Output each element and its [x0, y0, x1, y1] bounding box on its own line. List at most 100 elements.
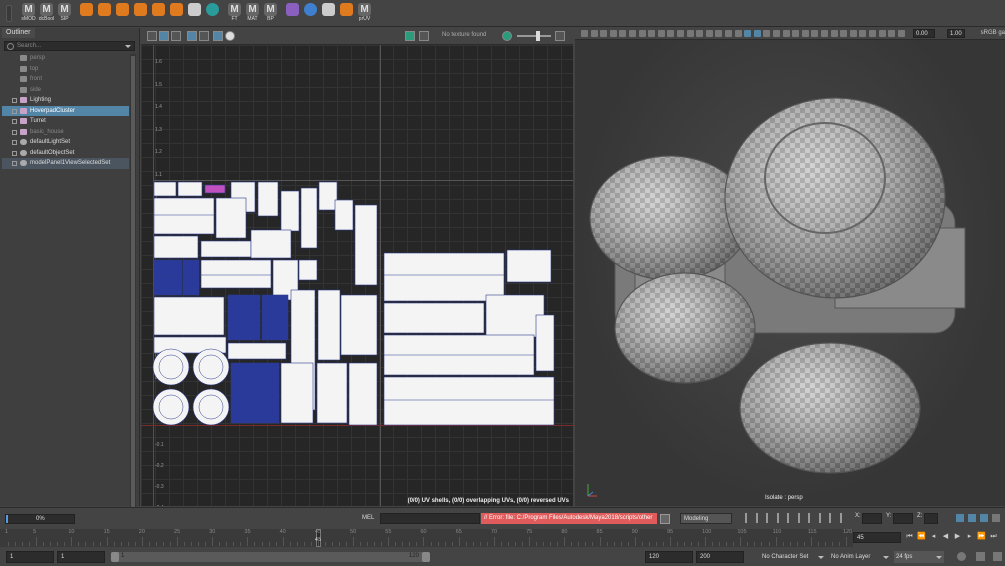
preferences-icon[interactable] — [993, 552, 1002, 561]
auto-key-icon[interactable] — [957, 552, 966, 561]
range-end-handle[interactable] — [422, 552, 430, 562]
range-slider[interactable]: 1 120 — [111, 552, 430, 562]
shelf-button-tea[interactable] — [320, 3, 337, 24]
loop-icon[interactable] — [976, 552, 985, 561]
playback-start-field[interactable]: 1 — [57, 551, 105, 563]
shelf-button-poly-cylinder[interactable] — [114, 3, 131, 24]
character-set-dropdown[interactable]: No Character Set — [760, 551, 826, 563]
mel-label[interactable]: MEL — [362, 515, 374, 521]
shelf-grip[interactable] — [6, 5, 12, 22]
script-editor-icon[interactable] — [660, 514, 670, 524]
expand-icon[interactable] — [12, 119, 17, 124]
shelf-button-poly-torus[interactable] — [150, 3, 167, 24]
outliner-item-top[interactable]: top — [2, 64, 129, 75]
texture-toggle-icon[interactable] — [405, 31, 415, 41]
uv-toolbar-display-icon[interactable] — [213, 31, 223, 41]
outliner-item-modelpanel1viewselectedset[interactable]: modelPanel1ViewSelectedSet — [2, 158, 129, 169]
outliner-item-turret[interactable]: Turret — [2, 116, 129, 127]
uv-toolbar-image-icon[interactable] — [187, 31, 197, 41]
expand-icon[interactable] — [12, 161, 17, 166]
shelf-button-cube[interactable] — [78, 3, 95, 24]
x-field[interactable] — [862, 513, 882, 524]
uv-toolbar-shade-icon[interactable] — [171, 31, 181, 41]
go-to-end-icon[interactable]: ⏭ — [989, 532, 998, 542]
shelf-button-poly-cone[interactable] — [132, 3, 149, 24]
shelf-button-sip[interactable]: M SIP — [56, 3, 73, 24]
expand-icon[interactable] — [12, 108, 17, 114]
expand-icon[interactable] — [12, 140, 17, 145]
status-line-tool-icon[interactable] — [808, 513, 810, 523]
time-slider[interactable]: 45 1510152025303540455055606570758085909… — [0, 529, 853, 547]
outliner-item-defaultobjectset[interactable]: defaultObjectSet — [2, 148, 129, 159]
shelf-button-bp[interactable]: M BP — [262, 3, 279, 24]
uv-toolbar-dot-icon[interactable] — [225, 31, 235, 41]
expand-icon[interactable] — [12, 150, 17, 156]
settings-icon[interactable] — [992, 514, 1000, 522]
layout-icon-2[interactable] — [968, 514, 976, 522]
scrollbar-thumb[interactable] — [131, 56, 135, 516]
outliner-item-side[interactable]: side — [2, 85, 129, 96]
z-field[interactable] — [924, 513, 938, 524]
expand-icon[interactable] — [12, 98, 17, 103]
texture-list-icon[interactable] — [419, 31, 429, 41]
outliner-tab[interactable]: Outliner — [2, 28, 35, 38]
status-line-tool-icon[interactable] — [829, 513, 831, 523]
playback-end-field[interactable]: 120 — [645, 551, 693, 563]
expand-icon[interactable] — [12, 129, 17, 135]
outliner-scrollbar[interactable] — [130, 54, 136, 522]
status-line-tool-icon[interactable] — [755, 513, 758, 523]
uv-toolbar-checker-icon[interactable] — [159, 31, 169, 41]
exposure-slider-handle[interactable] — [536, 31, 540, 41]
shelf-button-mat[interactable]: M MAT — [244, 3, 261, 24]
shelf-button-uv-grid[interactable] — [186, 3, 203, 24]
status-line-tool-icon[interactable] — [776, 513, 779, 523]
shelf-button-poly-plane[interactable] — [168, 3, 185, 24]
shelf-button-curve[interactable] — [284, 3, 301, 24]
outliner-item-persp[interactable]: persp — [2, 53, 129, 64]
status-line-tool-icon[interactable] — [787, 513, 789, 523]
outliner-item-defaultlightset[interactable]: defaultLightSet — [2, 137, 129, 148]
shelf-button-ft[interactable]: M FT — [226, 3, 243, 24]
scene-start-field[interactable]: 1 — [6, 551, 54, 563]
status-line-tool-icon[interactable] — [745, 513, 747, 523]
y-field[interactable] — [893, 513, 913, 524]
status-line-tool-icon[interactable] — [766, 513, 768, 523]
scene-end-field[interactable]: 200 — [696, 551, 744, 563]
shelf-button-teal-sphere[interactable] — [204, 3, 221, 24]
layout-icon-3[interactable] — [980, 514, 988, 522]
step-back-key-icon[interactable]: ⏪ — [917, 532, 926, 542]
go-to-start-icon[interactable]: ⏮ — [905, 532, 914, 542]
shelf-button-globe[interactable] — [302, 3, 319, 24]
status-line-tool-icon[interactable] — [797, 513, 800, 523]
outliner-item-front[interactable]: front — [2, 74, 129, 85]
step-forward-key-icon[interactable]: ⏩ — [977, 532, 986, 542]
outliner-item-hoverpadcluster[interactable]: HoverpadCluster — [2, 105, 129, 116]
outliner-item-lighting[interactable]: Lighting — [2, 95, 129, 106]
range-start-handle[interactable] — [111, 552, 119, 562]
outliner-search-input[interactable]: Search... — [4, 41, 135, 51]
play-forwards-icon[interactable]: ▶ — [953, 532, 962, 542]
shelf-button-poly-sphere[interactable] — [96, 3, 113, 24]
uv-toolbar-grid-icon[interactable] — [147, 31, 157, 41]
status-line-tool-icon[interactable] — [839, 513, 842, 523]
step-forward-frame-icon[interactable]: ▸ — [965, 532, 974, 542]
chevron-down-icon[interactable] — [125, 45, 131, 48]
uv-toolbar-options-icon[interactable] — [555, 31, 565, 41]
mel-command-input[interactable] — [380, 513, 480, 524]
shelf-button-pruv[interactable]: MprUV — [356, 3, 373, 24]
uv-canvas[interactable]: 1.61.51.41.31.21.110.90.80.70.60.50.40.3… — [141, 45, 573, 506]
outliner-item-basic_house[interactable]: basic_house — [2, 127, 129, 138]
error-message[interactable]: // Error: file: C:/Program Files/Autodes… — [481, 513, 657, 524]
perspective-viewport[interactable]: 0.00 1.00 sRGB ga Isolate: persp — [575, 28, 1005, 506]
fps-dropdown[interactable]: 24 fps — [894, 551, 944, 563]
shelf-button-bomb[interactable] — [338, 3, 355, 24]
anim-layer-dropdown[interactable]: No Anim Layer — [829, 551, 891, 563]
shelf-button-dcbool[interactable]: MdcBool — [38, 3, 55, 24]
layout-icon-1[interactable] — [956, 514, 964, 522]
current-frame-field[interactable]: 45 — [853, 532, 901, 543]
uv-toolbar-frame-icon[interactable] — [199, 31, 209, 41]
status-line-tool-icon[interactable] — [818, 513, 821, 523]
step-back-frame-icon[interactable]: ◂ — [929, 532, 938, 542]
menu-set-dropdown[interactable]: Modeling — [680, 513, 732, 524]
exposure-slider[interactable] — [517, 35, 551, 37]
